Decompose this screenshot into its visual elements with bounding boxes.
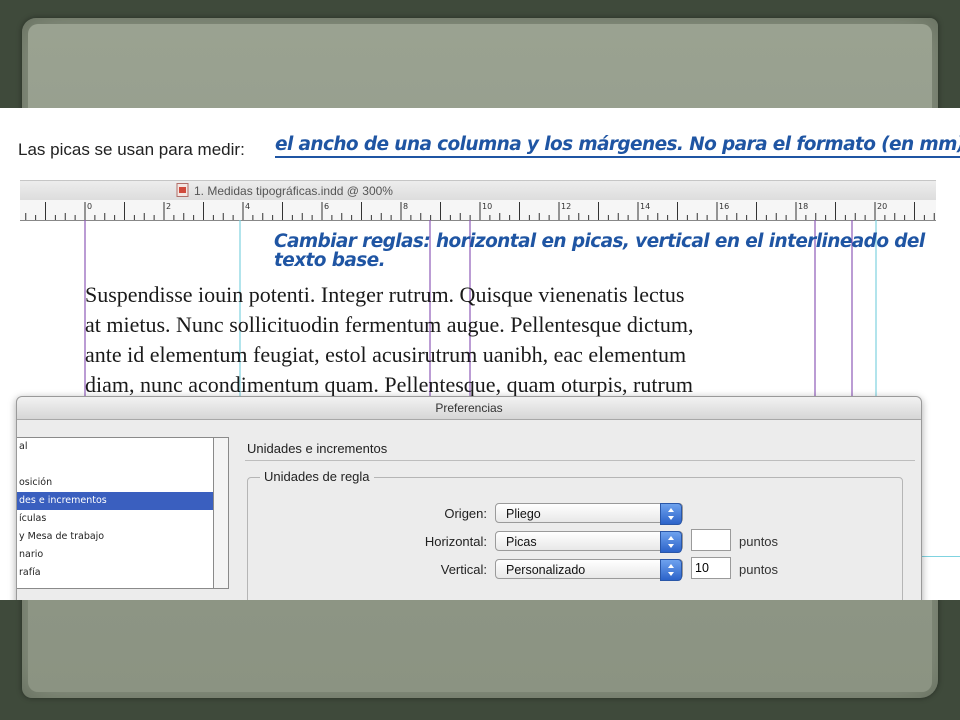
vertical-value: Personalizado <box>506 563 586 577</box>
stepper-arrows-icon <box>660 559 682 581</box>
horizontal-unit: puntos <box>739 534 779 549</box>
text-line: Suspendisse iouin potenti. Integer rutru… <box>85 282 685 307</box>
ruler-label: 16 <box>719 202 729 211</box>
horizontal-row: Horizontal: Picas puntos <box>247 529 907 553</box>
ruler-label: 0 <box>87 202 92 211</box>
note-line: Cambiar reglas: horizontal en picas, ver… <box>274 231 925 252</box>
list-scrollbar[interactable] <box>213 437 229 589</box>
category-item-selected[interactable]: des e incrementos <box>17 492 213 510</box>
stepper-arrows-icon <box>660 503 682 525</box>
horizontal-ruler[interactable]: 0 2 4 6 8 10 12 14 16 18 20 <box>20 200 936 221</box>
category-item[interactable]: nario <box>17 546 213 564</box>
ruler-label: 18 <box>798 202 808 211</box>
origin-value: Pliego <box>506 507 541 521</box>
divider <box>245 460 915 461</box>
heading-row: Las picas se usan para medir: el ancho d… <box>18 134 960 168</box>
category-item[interactable]: osición <box>17 474 213 492</box>
vertical-row: Vertical: Personalizado 10 puntos <box>247 557 907 581</box>
ruler-label: 12 <box>561 202 571 211</box>
document-title-text: 1. Medidas tipográficas.indd @ 300% <box>194 184 393 198</box>
pane-title: Unidades e incrementos <box>247 441 388 456</box>
horizontal-points-field[interactable] <box>691 529 731 551</box>
document-titlebar[interactable]: 1. Medidas tipográficas.indd @ 300% <box>20 180 936 201</box>
preferences-dialog: Preferencias al osición des e incremento… <box>16 396 922 600</box>
vertical-unit: puntos <box>739 562 779 577</box>
vertical-label: Vertical: <box>440 562 487 577</box>
preferences-category-list[interactable]: al osición des e incrementos ículas y Me… <box>17 437 214 589</box>
stepper-arrows-icon <box>660 531 682 553</box>
ruler-ticks: 0 2 4 6 8 10 12 14 16 18 20 <box>25 202 935 220</box>
category-item[interactable]: ículas <box>17 510 213 528</box>
origin-row: Origen: Pliego <box>247 503 907 525</box>
ruler-label: 6 <box>324 202 329 211</box>
guide-stub <box>920 556 960 557</box>
horizontal-select[interactable]: Picas <box>495 531 683 553</box>
note-line: texto base. <box>274 250 386 271</box>
origin-label: Origen: <box>444 506 487 521</box>
ruler-label: 8 <box>403 202 408 211</box>
category-item[interactable]: rafía <box>17 564 213 582</box>
ruler-label: 2 <box>166 202 171 211</box>
ruler-label: 4 <box>245 202 250 211</box>
vertical-points-field[interactable]: 10 <box>691 557 731 579</box>
indd-file-icon <box>176 183 189 197</box>
handwritten-note: el ancho de una columna y los márgenes. … <box>275 134 960 158</box>
text-line: at mietus. Nunc sollicituodin fermentum … <box>85 312 694 337</box>
heading-label: Las picas se usan para medir: <box>18 140 245 159</box>
screenshot-panel: Las picas se usan para medir: el ancho d… <box>0 108 960 600</box>
ruler-label: 14 <box>640 202 650 211</box>
group-label: Unidades de regla <box>260 469 374 484</box>
category-item[interactable]: al <box>17 438 213 456</box>
vertical-select[interactable]: Personalizado <box>495 559 683 581</box>
horizontal-label: Horizontal: <box>424 534 487 549</box>
category-item[interactable]: y Mesa de trabajo <box>17 528 213 546</box>
text-line: ante id elementum feugiat, estol acusiru… <box>85 342 687 367</box>
category-item[interactable] <box>17 456 213 474</box>
dialog-title[interactable]: Preferencias <box>17 397 921 420</box>
origin-select[interactable]: Pliego <box>495 503 683 525</box>
handwritten-note-rulers: Cambiar reglas: horizontal en picas, ver… <box>274 232 934 270</box>
document-title: 1. Medidas tipográficas.indd @ 300% <box>176 183 393 198</box>
horizontal-value: Picas <box>506 535 537 549</box>
ruler-label: 10 <box>482 202 492 211</box>
body-text-frame: Suspendisse iouin potenti. Integer rutru… <box>85 280 880 400</box>
ruler-label: 20 <box>877 202 887 211</box>
